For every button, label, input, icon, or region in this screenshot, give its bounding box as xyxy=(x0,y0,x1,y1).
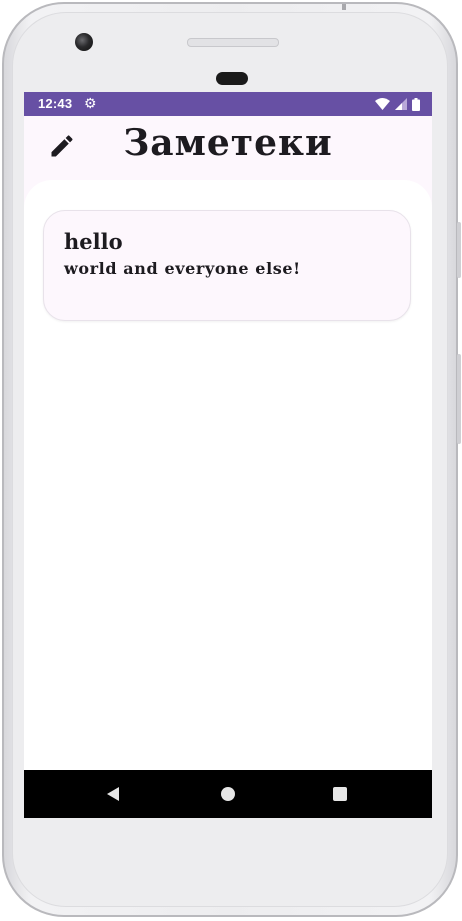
system-nav-bar xyxy=(24,770,432,818)
settings-icon: ⚙ xyxy=(84,95,97,111)
power-button xyxy=(457,354,461,444)
notes-list: hello world and everyone else! + xyxy=(24,180,432,818)
status-bar: 12:43 ⚙ xyxy=(24,92,432,116)
note-card[interactable]: hello world and everyone else! xyxy=(43,210,411,321)
app-bar: Заметеки xyxy=(24,116,432,180)
volume-button xyxy=(457,222,461,278)
note-body: world and everyone else! xyxy=(64,259,301,278)
page-title: Заметеки xyxy=(123,122,333,164)
battery-icon xyxy=(412,97,420,111)
home-icon[interactable] xyxy=(221,787,235,801)
back-icon[interactable] xyxy=(105,786,121,802)
wifi-icon xyxy=(375,98,390,110)
phone-screen: 12:43 ⚙ Заметеки hello world and everyon… xyxy=(24,92,432,818)
front-camera xyxy=(75,33,93,51)
device-top-nub xyxy=(342,4,346,10)
proximity-sensor xyxy=(216,72,248,85)
earpiece-speaker xyxy=(187,38,279,47)
status-time: 12:43 xyxy=(38,96,73,111)
status-icons xyxy=(375,96,420,112)
note-title: hello xyxy=(64,229,123,254)
recents-icon[interactable] xyxy=(333,787,347,801)
signal-icon xyxy=(395,98,407,110)
